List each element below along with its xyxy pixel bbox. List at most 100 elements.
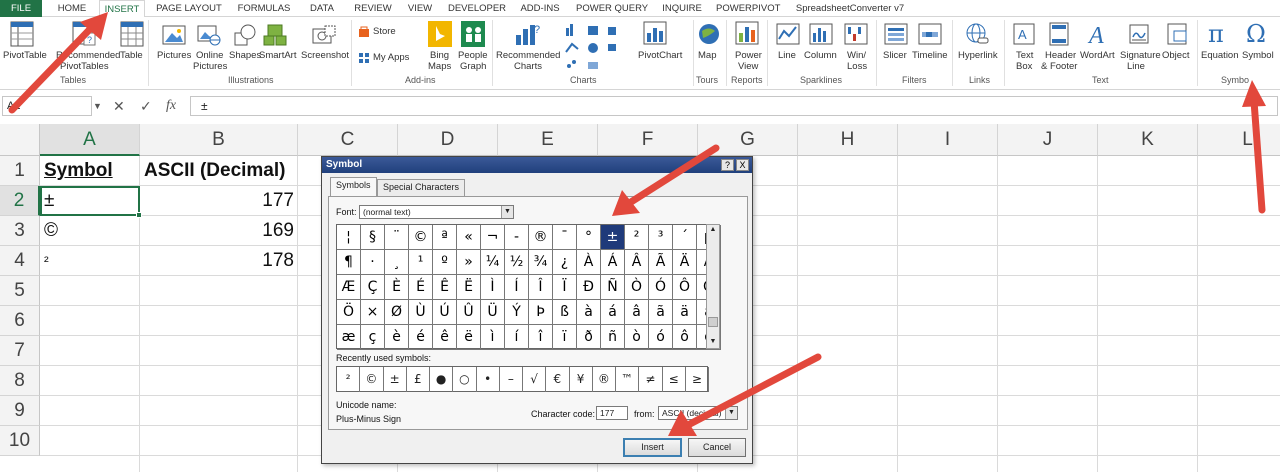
column-header-k[interactable]: K [1098, 124, 1198, 156]
symbol-cell[interactable]: Î [529, 275, 553, 300]
recent-symbol-cell[interactable]: € [546, 367, 570, 392]
recent-symbol-cell[interactable]: £ [407, 367, 430, 392]
recommended-pivottables-icon[interactable]: ? [72, 21, 96, 52]
symbol-cell[interactable]: á [601, 300, 625, 325]
name-box-dropdown-icon[interactable]: ▼ [93, 96, 102, 116]
sparkline-winloss-label-2[interactable]: Loss [847, 61, 867, 72]
symbol-cell[interactable]: ´ [673, 225, 697, 250]
help-button[interactable]: ? [721, 159, 734, 171]
wordart-icon[interactable]: A [1087, 21, 1111, 52]
symbol-cell[interactable]: ± [601, 225, 625, 250]
my-apps-label[interactable]: My Apps [373, 52, 409, 63]
power-view-label-2[interactable]: View [738, 61, 758, 72]
from-select[interactable]: ASCII (decimal) ▼ [658, 406, 738, 420]
symbol-cell[interactable]: é [409, 325, 433, 350]
column-header-a[interactable]: A [40, 124, 140, 156]
symbol-cell[interactable]: « [457, 225, 481, 250]
symbol-cell[interactable]: Æ [337, 275, 361, 300]
object-icon[interactable] [1166, 22, 1190, 51]
select-all-corner[interactable] [0, 124, 40, 156]
symbol-cell[interactable]: Ó [649, 275, 673, 300]
symbol-cell[interactable]: ¯ [553, 225, 577, 250]
tab-add-ins[interactable]: ADD-INS [517, 0, 563, 17]
sparkline-winloss-label-1[interactable]: Win/ [847, 50, 866, 61]
people-graph-label-1[interactable]: People [458, 50, 488, 61]
timeline-label[interactable]: Timeline [912, 50, 948, 61]
text-box-label-2[interactable]: Box [1016, 61, 1032, 72]
symbol-cell[interactable]: Ã [649, 250, 673, 275]
recent-symbol-cell[interactable]: ○ [453, 367, 477, 392]
symbol-cell[interactable]: Û [457, 300, 481, 325]
insert-function-icon[interactable]: fx [166, 96, 176, 116]
symbol-cell[interactable]: ò [625, 325, 649, 350]
scroll-down-icon[interactable]: ▼ [707, 337, 719, 347]
tab-inquire[interactable]: INQUIRE [659, 0, 705, 17]
symbol-cell[interactable]: ³ [649, 225, 673, 250]
recent-symbol-cell[interactable]: ¥ [570, 367, 593, 392]
symbol-cell[interactable]: ô [673, 325, 697, 350]
tab-home[interactable]: HOME [54, 0, 90, 17]
sparkline-winloss-icon[interactable] [844, 23, 868, 50]
symbol-cell[interactable]: Ú [433, 300, 457, 325]
row-header-1[interactable]: 1 [0, 156, 40, 186]
symbol-cell[interactable]: ä [673, 300, 697, 325]
cell-a3[interactable]: © [40, 216, 62, 246]
symbol-omega-icon[interactable]: Ω [1244, 19, 1270, 52]
row-header-8[interactable]: 8 [0, 366, 40, 396]
recent-symbol-cell[interactable]: √ [523, 367, 547, 392]
symbol-cell[interactable]: ¨ [385, 225, 409, 250]
symbol-cell[interactable]: è [385, 325, 409, 350]
column-header-j[interactable]: J [998, 124, 1098, 156]
pivottable-icon[interactable] [10, 21, 34, 52]
symbol-cell[interactable]: º [433, 250, 457, 275]
symbol-cell[interactable]: î [529, 325, 553, 350]
text-box-label-1[interactable]: Text [1016, 50, 1033, 61]
symbol-cell[interactable]: Ï [553, 275, 577, 300]
row-header-2[interactable]: 2 [0, 186, 40, 216]
name-box[interactable]: A2 [2, 96, 92, 116]
tab-file[interactable]: FILE [0, 0, 42, 17]
recommended-pivottables-label-2[interactable]: PivotTables [60, 61, 109, 72]
tab-power-query[interactable]: POWER QUERY [576, 0, 648, 17]
symbol-cell[interactable]: Ñ [601, 275, 625, 300]
symbol-cell[interactable]: · [361, 250, 385, 275]
symbol-cell[interactable]: Ø [385, 300, 409, 325]
recent-symbol-cell[interactable]: ® [593, 367, 616, 392]
recent-symbol-cell[interactable]: ≥ [686, 367, 709, 392]
online-pictures-label-2[interactable]: Pictures [193, 61, 227, 72]
map-label[interactable]: Map [698, 50, 716, 61]
symbol-cell[interactable]: Þ [529, 300, 553, 325]
store-icon[interactable] [358, 25, 370, 43]
symbol-cell[interactable]: Ù [409, 300, 433, 325]
formula-input[interactable]: ± [190, 96, 1278, 116]
symbol-cell[interactable]: Ô [673, 275, 697, 300]
tab-developer[interactable]: DEVELOPER [447, 0, 507, 17]
signature-line-label-1[interactable]: Signature [1120, 50, 1161, 61]
recommended-pivottables-label-1[interactable]: Recommended [56, 50, 120, 61]
people-graph-label-2[interactable]: Graph [460, 61, 486, 72]
header-footer-label-2[interactable]: & Footer [1041, 61, 1077, 72]
tab-page-layout[interactable]: PAGE LAYOUT [155, 0, 223, 17]
row-header-10[interactable]: 10 [0, 426, 40, 456]
chevron-down-icon[interactable]: ▼ [501, 206, 513, 218]
symbol-cell[interactable]: ß [553, 300, 577, 325]
symbol-cell[interactable]: Í [505, 275, 529, 300]
symbol-cell[interactable]: æ [337, 325, 361, 350]
symbol-cell[interactable]: ã [649, 300, 673, 325]
symbol-cell[interactable]: ¬ [481, 225, 505, 250]
header-footer-icon[interactable] [1048, 22, 1072, 51]
online-pictures-icon[interactable] [197, 23, 221, 52]
header-footer-label-1[interactable]: Header [1045, 50, 1076, 61]
symbol-cell[interactable]: Á [601, 250, 625, 275]
tab-data[interactable]: DATA [305, 0, 339, 17]
recent-symbol-cell[interactable]: ² [337, 367, 361, 392]
symbol-cell[interactable]: ¹ [409, 250, 433, 275]
row-header-7[interactable]: 7 [0, 336, 40, 366]
enter-check-icon[interactable]: ✓ [140, 96, 152, 116]
symbol-cell[interactable]: ª [433, 225, 457, 250]
symbol-cell[interactable]: » [457, 250, 481, 275]
recent-symbol-cell[interactable]: – [500, 367, 523, 392]
pictures-icon[interactable] [162, 23, 186, 52]
symbol-cell[interactable]: í [505, 325, 529, 350]
hyperlink-label[interactable]: Hyperlink [958, 50, 998, 61]
